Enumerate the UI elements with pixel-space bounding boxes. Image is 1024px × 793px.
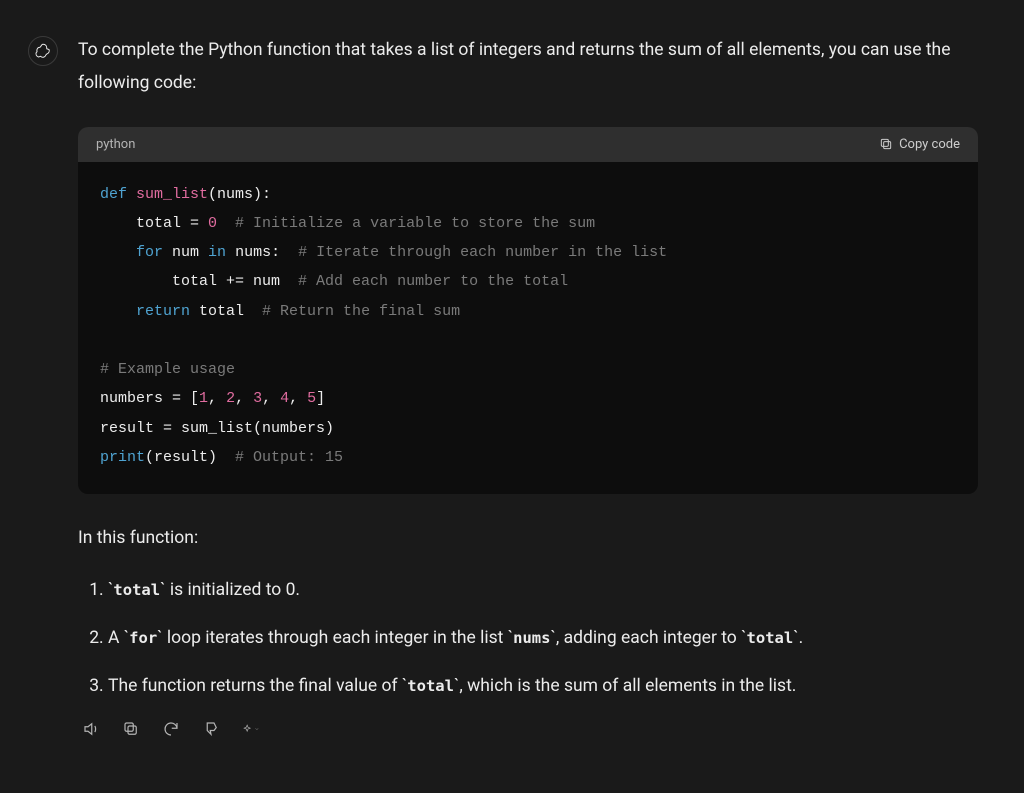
copy-code-label: Copy code	[899, 137, 960, 152]
refresh-icon	[162, 720, 180, 738]
read-aloud-button[interactable]	[82, 720, 100, 738]
message-actions	[78, 720, 978, 738]
code-content: def sum_list(nums): total = 0 # Initiali…	[78, 162, 978, 495]
code-language-label: python	[96, 137, 135, 152]
copy-icon	[122, 720, 140, 738]
copy-icon	[879, 137, 893, 151]
speaker-icon	[82, 720, 100, 738]
copy-code-button[interactable]: Copy code	[879, 137, 960, 152]
thumbs-down-icon	[202, 720, 220, 738]
explanation-list: `total` is initialized to 0. A `for` loo…	[78, 576, 978, 700]
list-item: A `for` loop iterates through each integ…	[108, 624, 978, 652]
list-item: The function returns the final value of …	[108, 672, 978, 700]
copy-message-button[interactable]	[122, 720, 140, 738]
sparkle-icon	[242, 720, 252, 738]
thumbs-down-button[interactable]	[202, 720, 220, 738]
model-switch-button[interactable]	[242, 720, 260, 738]
outro-text: In this function:	[78, 524, 978, 554]
assistant-avatar	[28, 36, 58, 66]
regenerate-button[interactable]	[162, 720, 180, 738]
code-block-header: python Copy code	[78, 127, 978, 162]
openai-logo-icon	[34, 42, 52, 60]
chevron-down-icon	[254, 724, 260, 734]
intro-text: To complete the Python function that tak…	[78, 34, 978, 101]
assistant-message: To complete the Python function that tak…	[78, 34, 978, 738]
code-block: python Copy code def sum_list(nums): tot…	[78, 127, 978, 495]
list-item: `total` is initialized to 0.	[108, 576, 978, 604]
